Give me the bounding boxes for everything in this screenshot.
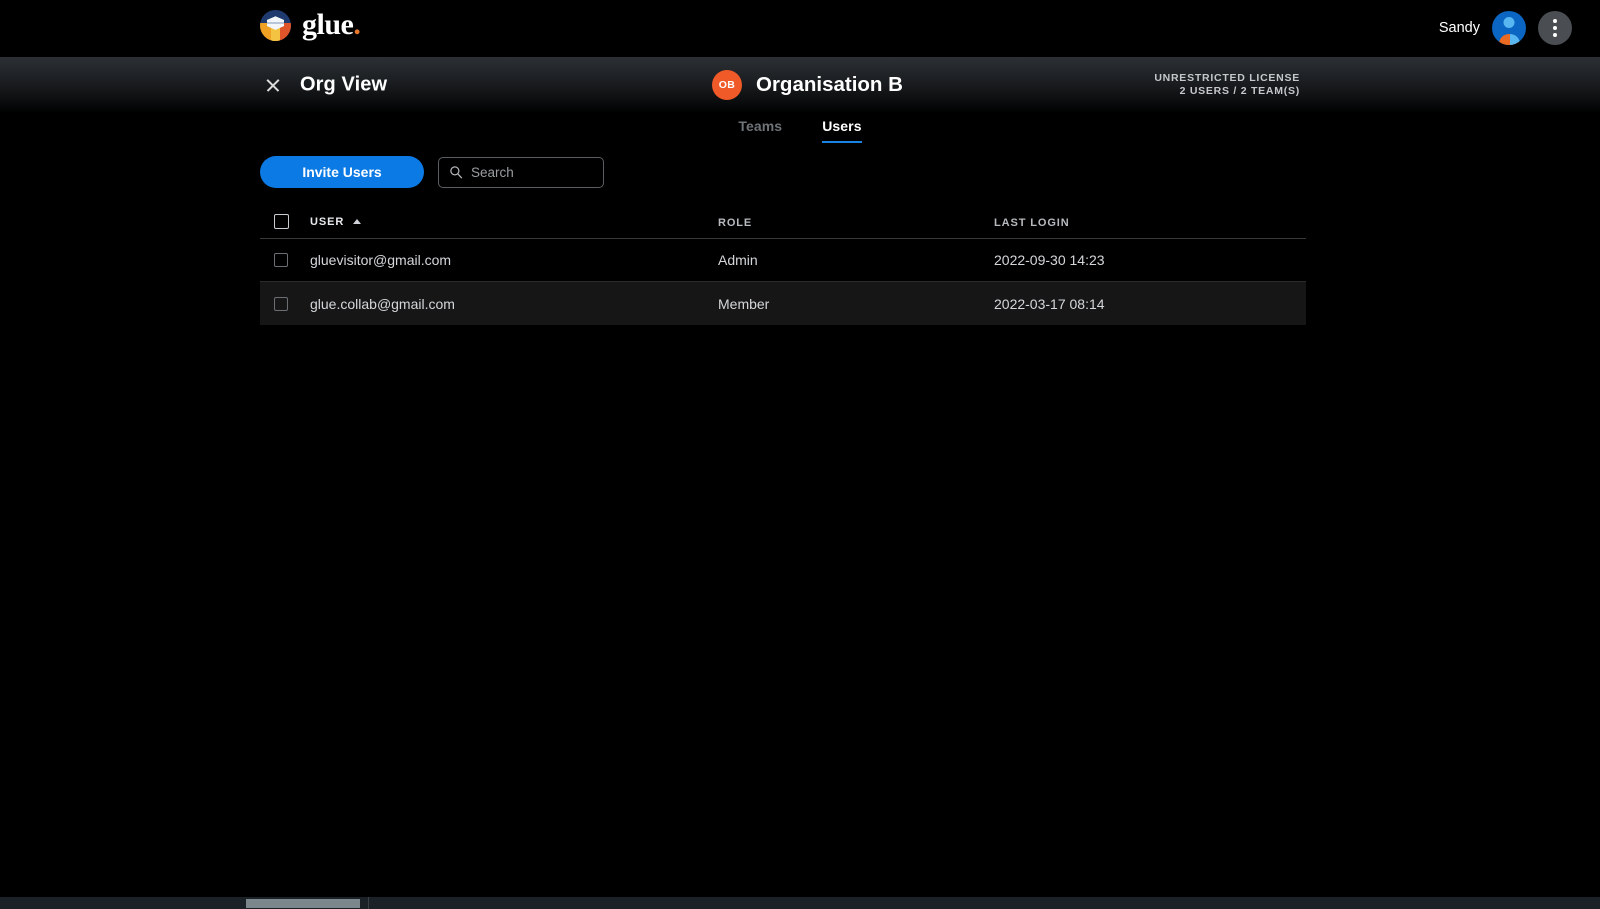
column-header-role-label: ROLE — [718, 216, 753, 229]
column-header-user[interactable]: USER — [310, 216, 718, 228]
cell-user: glue.collab@gmail.com — [310, 295, 455, 312]
page-title: Org View — [300, 73, 388, 96]
caret-up-icon — [353, 219, 362, 224]
user-avatar-icon[interactable] — [1492, 11, 1526, 45]
app-root: glue. Sandy Org View OB Organisation B U… — [0, 0, 1600, 909]
close-x-icon[interactable] — [262, 74, 284, 96]
brand-dot: . — [353, 7, 361, 41]
users-table: USER ROLE LAST LOGIN gluevisitor@gmail.c… — [260, 205, 1306, 325]
footer-strip — [0, 897, 1600, 909]
cell-role: Member — [718, 295, 770, 312]
invite-users-button[interactable]: Invite Users — [260, 156, 424, 188]
org-name: Organisation B — [756, 73, 903, 96]
tab-users[interactable]: Users — [822, 118, 862, 143]
row-checkbox[interactable] — [274, 253, 288, 267]
cell-last-login: 2022-09-30 14:23 — [994, 252, 1105, 268]
column-header-last-login-label: LAST LOGIN — [994, 216, 1070, 229]
table-header-row: USER ROLE LAST LOGIN — [260, 205, 1306, 239]
license-type: UNRESTRICTED LICENSE — [1154, 71, 1300, 84]
footer-scroll-thumb[interactable] — [246, 899, 360, 908]
table-row[interactable]: gluevisitor@gmail.com Admin 2022-09-30 1… — [260, 239, 1306, 282]
search-input[interactable] — [471, 164, 593, 180]
license-counts: 2 USERS / 2 TEAM(S) — [1179, 85, 1300, 97]
select-all-cell — [260, 214, 310, 229]
brand-wordmark: glue. — [302, 7, 361, 41]
column-header-role[interactable]: ROLE — [718, 213, 994, 231]
column-header-last-login[interactable]: LAST LOGIN — [994, 213, 1306, 231]
tab-teams[interactable]: Teams — [738, 118, 782, 143]
org-header-band: Org View OB Organisation B UNRESTRICTED … — [0, 57, 1600, 113]
license-info: UNRESTRICTED LICENSE 2 USERS / 2 TEAM(S) — [1154, 72, 1300, 98]
glue-cube-logo-icon — [260, 10, 291, 41]
row-checkbox[interactable] — [274, 296, 288, 311]
select-all-checkbox[interactable] — [274, 214, 289, 229]
kebab-menu-icon[interactable] — [1538, 11, 1572, 45]
cell-last-login: 2022-03-17 08:14 — [994, 295, 1105, 312]
tab-bar: Teams Users — [0, 118, 1600, 143]
row-select-cell — [260, 253, 310, 267]
cell-role: Admin — [718, 252, 758, 268]
top-bar-right: Sandy — [1439, 11, 1572, 45]
table-row[interactable]: glue.collab@gmail.com Member 2022-03-17 … — [260, 282, 1306, 325]
org-identity: OB Organisation B — [712, 70, 903, 100]
cell-user: gluevisitor@gmail.com — [310, 252, 452, 268]
row-select-cell — [260, 296, 310, 311]
column-header-user-label: USER — [310, 215, 345, 228]
org-header-left: Org View — [262, 74, 387, 97]
brand-name-text: glue — [302, 7, 354, 41]
current-user-name: Sandy — [1438, 20, 1480, 36]
top-bar: glue. Sandy — [0, 0, 1600, 57]
footer-divider — [368, 897, 369, 909]
brand[interactable]: glue. — [260, 7, 361, 41]
org-initials-badge: OB — [712, 70, 742, 100]
search-icon — [450, 166, 463, 179]
toolbar: Invite Users — [260, 156, 604, 188]
search-box[interactable] — [438, 156, 604, 188]
